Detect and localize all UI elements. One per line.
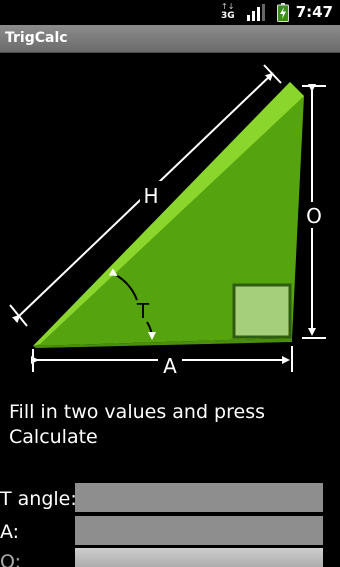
instruction-text: Fill in two values and press Calculate — [9, 401, 265, 448]
network-type: 3G — [221, 11, 235, 21]
status-clock: 7:47 — [295, 3, 333, 21]
right-angle-marker — [232, 283, 292, 339]
status-bar: ↑↓ 3G 7:47 — [0, 0, 340, 25]
o-input[interactable] — [75, 548, 323, 567]
a-label: A: — [0, 521, 20, 543]
triangle-diagram: H O A T — [9, 64, 326, 378]
t-angle-input[interactable] — [75, 483, 323, 512]
signal-strength-icon — [247, 4, 265, 21]
opposite-label: O — [306, 204, 322, 228]
app-title: TrigCalc — [5, 30, 68, 46]
app-screen: ↑↓ 3G 7:47 TrigCalc H O A T Fill in two … — [0, 0, 340, 567]
network-activity-icon: ↑↓ — [221, 2, 235, 11]
hypotenuse-label: H — [143, 184, 158, 208]
angle-label: T — [136, 299, 150, 323]
t-angle-row: T angle: — [0, 483, 340, 515]
o-label: O: — [0, 551, 22, 567]
t-angle-label: T angle: — [0, 488, 77, 510]
o-row: O: — [0, 548, 340, 567]
battery-charging-icon — [277, 3, 289, 22]
a-input[interactable] — [75, 516, 323, 545]
a-row: A: — [0, 516, 340, 548]
adjacent-label: A — [163, 354, 177, 378]
title-bar: TrigCalc — [0, 25, 340, 53]
network-3g-icon: ↑↓ 3G — [221, 3, 235, 23]
